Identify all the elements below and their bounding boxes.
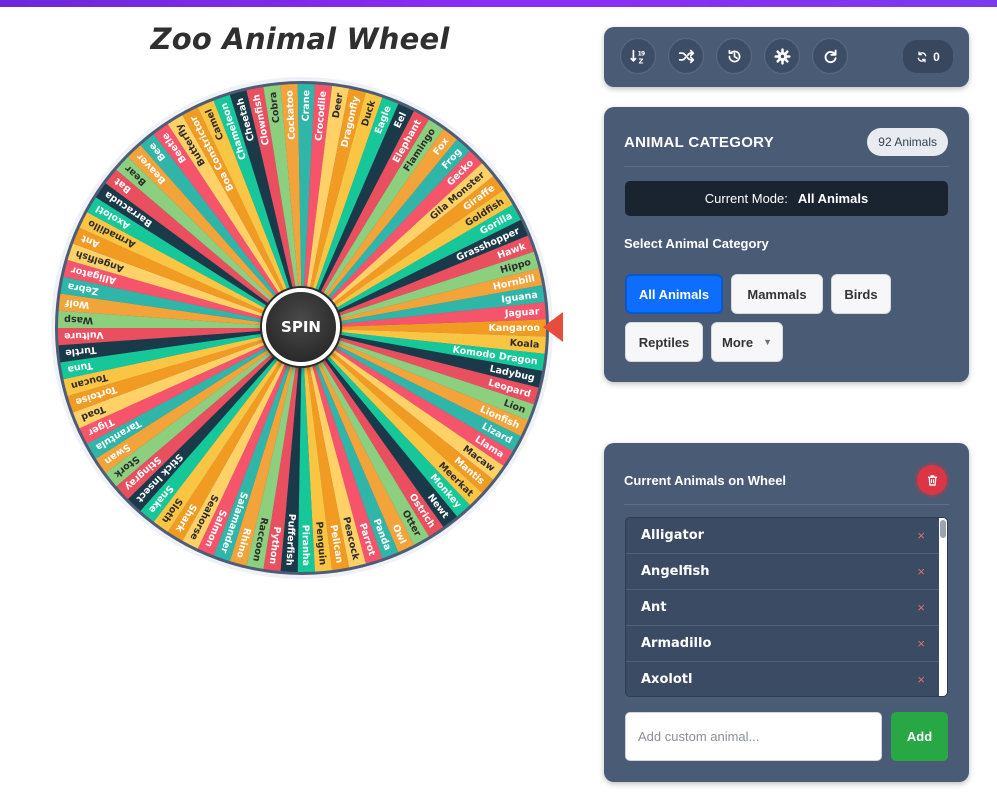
list-item: Alligator × xyxy=(626,518,947,554)
animal-name: Angelfish xyxy=(641,564,710,579)
animal-name: Axolotl xyxy=(641,672,693,687)
wheel-pointer-icon xyxy=(543,312,563,342)
divider xyxy=(624,166,949,167)
top-accent-bar xyxy=(0,0,997,7)
category-mammals-button[interactable]: Mammals xyxy=(731,274,823,314)
current-mode-display: Current Mode: All Animals xyxy=(625,181,948,216)
category-reptiles-button[interactable]: Reptiles xyxy=(625,322,703,362)
remove-animal-button[interactable]: × xyxy=(917,528,925,543)
caret-down-icon: ▼ xyxy=(763,337,772,347)
reset-button[interactable] xyxy=(812,38,848,74)
sort-button[interactable]: 19Z xyxy=(620,38,656,74)
trash-icon xyxy=(927,474,937,486)
category-birds-button[interactable]: Birds xyxy=(831,274,891,314)
scrollbar-thumb[interactable] xyxy=(940,520,946,538)
animal-list[interactable]: Alligator × Angelfish × Ant × Armadillo … xyxy=(625,517,948,697)
sort-alpha-icon: 1 9Z xyxy=(629,49,645,65)
clear-all-button[interactable] xyxy=(917,465,947,495)
page-title: Zoo Animal Wheel xyxy=(150,22,450,56)
wheel-segment-label: Piranha xyxy=(299,525,311,566)
shuffle-icon xyxy=(678,49,694,63)
settings-button[interactable] xyxy=(764,38,800,74)
list-scrollbar[interactable] xyxy=(939,518,947,696)
animal-name: Ant xyxy=(641,600,667,615)
list-item: Angelfish × xyxy=(626,554,947,590)
wheel-segment-label: Crane xyxy=(301,90,313,121)
spin-counter: 0 xyxy=(903,40,953,73)
current-animals-title: Current Animals on Wheel xyxy=(624,473,787,488)
mode-value: All Animals xyxy=(797,191,869,206)
spin-button[interactable]: SPIN xyxy=(262,288,340,366)
svg-text:Z: Z xyxy=(638,57,643,65)
wheel-segment-label: Kangaroo xyxy=(489,323,541,334)
category-panel: ANIMAL CATEGORY 92 Animals Current Mode:… xyxy=(604,107,969,382)
add-animal-button[interactable]: Add xyxy=(891,712,948,761)
remove-animal-button[interactable]: × xyxy=(917,636,925,651)
shuffle-button[interactable] xyxy=(668,38,704,74)
gear-icon xyxy=(773,47,791,65)
category-title: ANIMAL CATEGORY xyxy=(624,134,775,151)
select-category-label: Select Animal Category xyxy=(624,236,769,251)
wheel-segment-label: Vulture xyxy=(64,329,104,341)
wheel-segment-label: Koala xyxy=(509,338,540,351)
remove-animal-button[interactable]: × xyxy=(917,672,925,687)
animal-name: Armadillo xyxy=(641,636,712,651)
list-item: Ant × xyxy=(626,590,947,626)
divider xyxy=(624,504,949,505)
more-label: More xyxy=(722,334,754,350)
remove-animal-button[interactable]: × xyxy=(917,600,925,615)
animal-name: Alligator xyxy=(641,528,705,543)
list-item: Armadillo × xyxy=(626,626,947,662)
custom-animal-input[interactable] xyxy=(625,712,882,761)
wheel-segment-label: Wasp xyxy=(64,314,94,326)
history-icon xyxy=(728,49,740,62)
toolbar-panel: 19Z 0 xyxy=(604,27,969,87)
sync-icon xyxy=(917,51,927,62)
animal-count-badge: 92 Animals xyxy=(867,128,948,156)
category-all-animals-button[interactable]: All Animals xyxy=(625,274,723,314)
list-item: Axolotl × xyxy=(626,662,947,696)
redo-icon xyxy=(824,49,837,63)
remove-animal-button[interactable]: × xyxy=(917,564,925,579)
category-more-dropdown[interactable]: More ▼ xyxy=(711,322,783,362)
spin-count-value: 0 xyxy=(933,49,940,64)
mode-label: Current Mode: xyxy=(704,191,788,206)
history-button[interactable] xyxy=(716,38,752,74)
current-animals-panel: Current Animals on Wheel Alligator × Ang… xyxy=(604,443,969,782)
